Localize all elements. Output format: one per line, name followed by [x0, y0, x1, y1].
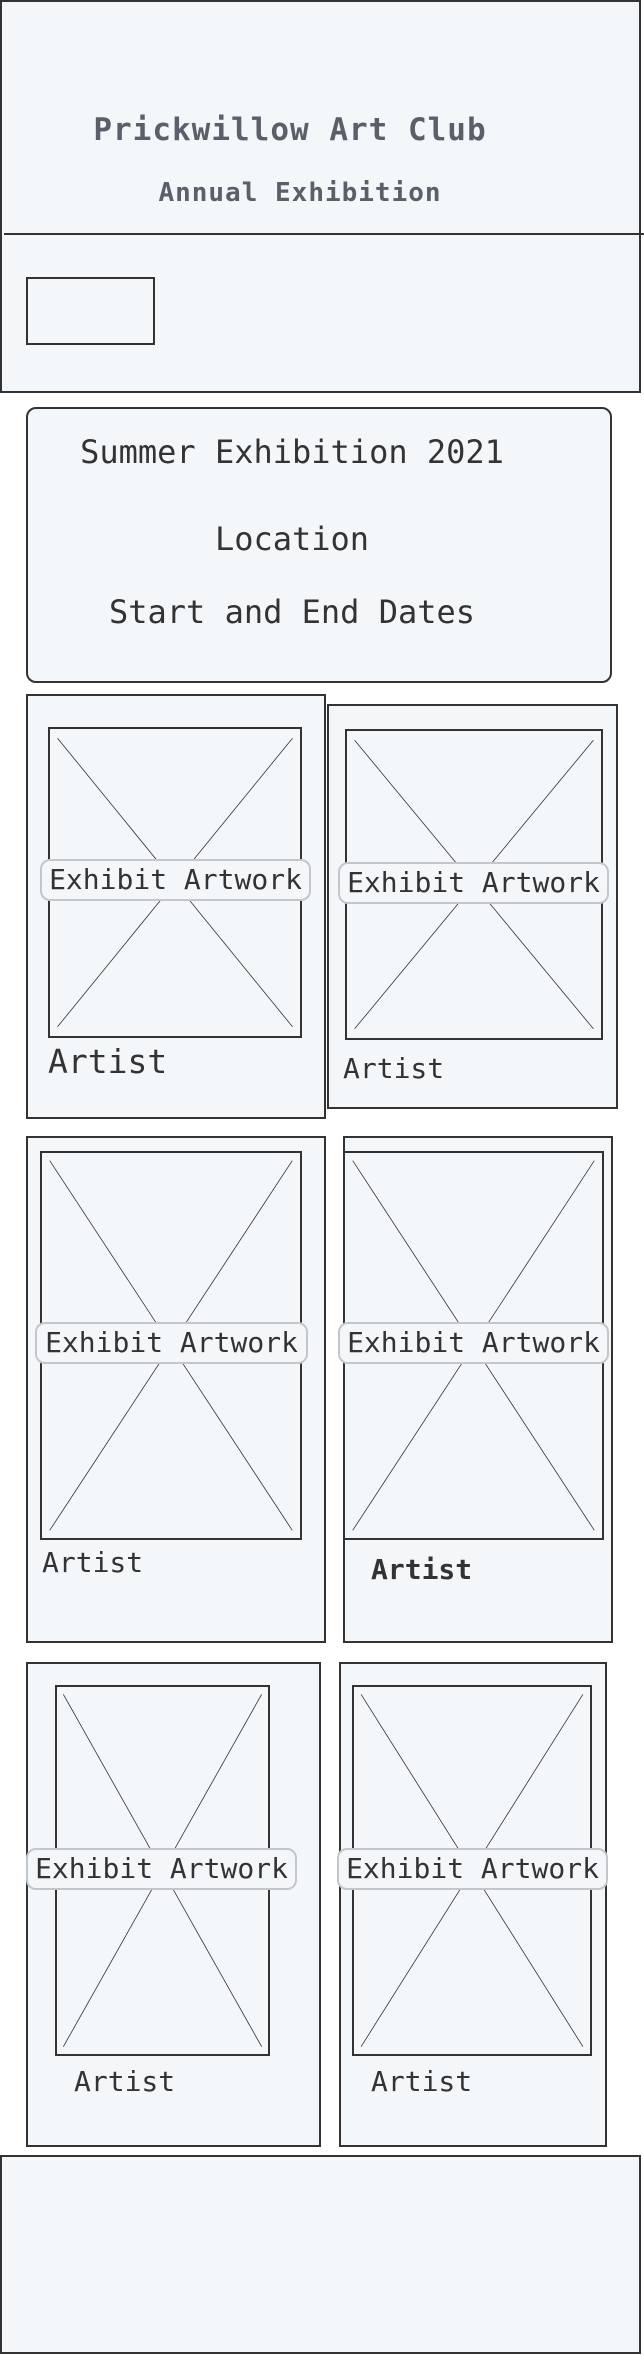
artist-name: Artist: [42, 1546, 144, 1579]
exhibit-artwork-label: Exhibit Artwork: [338, 862, 609, 904]
artist-name: Artist: [371, 1553, 473, 1586]
header-placeholder-box[interactable]: [26, 277, 155, 345]
exhibit-artwork-label: Exhibit Artwork: [35, 1322, 308, 1364]
exhibit-artwork-label: Exhibit Artwork: [337, 1848, 608, 1890]
exhibition-dates: Start and End Dates: [108, 593, 476, 631]
artist-name: Artist: [48, 1042, 168, 1081]
artist-name: Artist: [74, 2065, 176, 2098]
artist-name: Artist: [371, 2065, 473, 2098]
exhibit-artwork-label: Exhibit Artwork: [40, 859, 311, 901]
exhibition-subtitle: Annual Exhibition: [158, 178, 442, 208]
site-footer: [0, 2155, 641, 2354]
exhibition-name: Summer Exhibition 2021: [80, 433, 504, 471]
artist-name: Artist: [343, 1052, 445, 1085]
club-title: Prickwillow Art Club: [93, 112, 487, 148]
exhibit-artwork-label: Exhibit Artwork: [338, 1322, 609, 1364]
header-divider: [4, 233, 644, 235]
exhibition-location: Location: [214, 520, 370, 558]
exhibit-artwork-label: Exhibit Artwork: [26, 1848, 297, 1890]
